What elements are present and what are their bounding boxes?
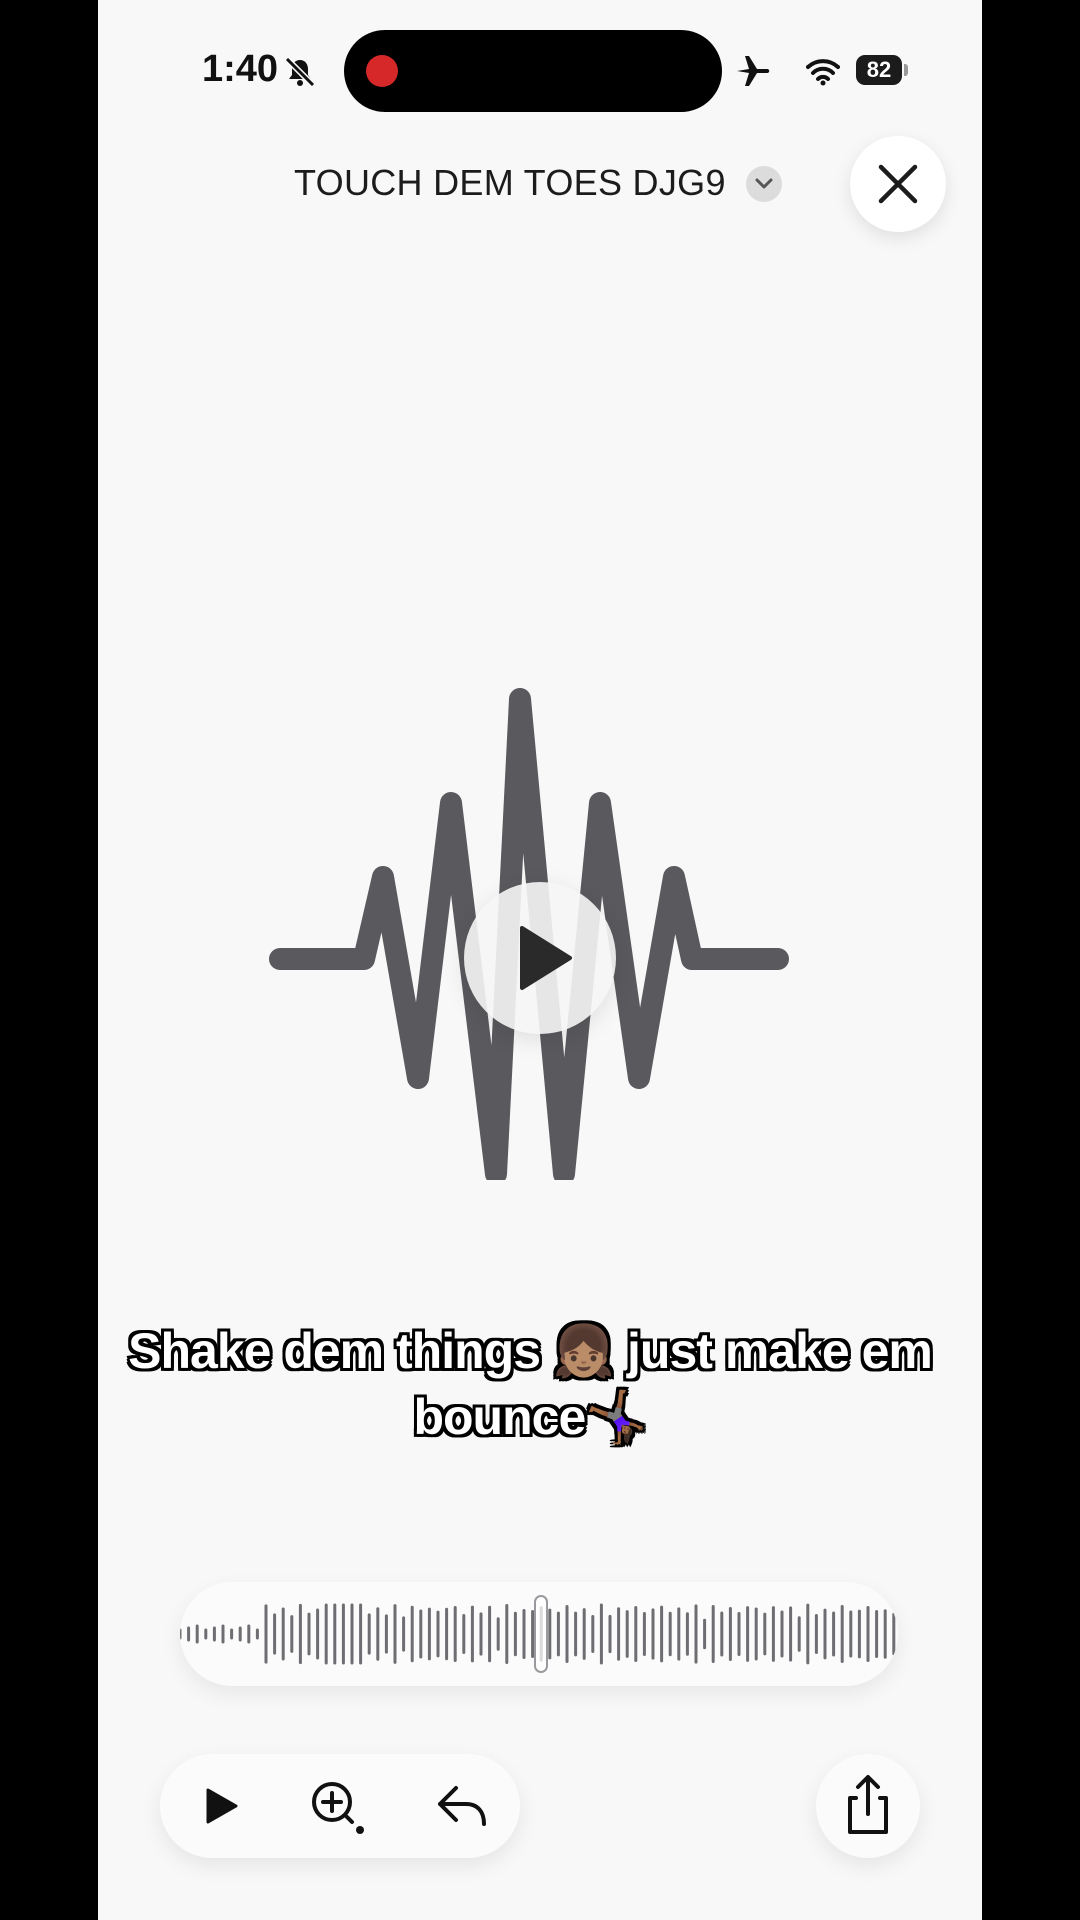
play-overlay-button[interactable]: [464, 882, 616, 1034]
waveform-scrubber[interactable]: [180, 1582, 898, 1686]
recording-title[interactable]: TOUCH DEM TOES DJG9: [294, 162, 726, 204]
caption-line-1: Shake dem things 👧🏽 just make em: [128, 1323, 933, 1379]
bell-slash-icon: [284, 56, 316, 88]
title-dropdown-button[interactable]: [746, 166, 782, 202]
caption-line-2: bounce🤸🏾‍♀️: [413, 1389, 647, 1445]
battery-indicator: 82: [856, 55, 902, 85]
share-button[interactable]: [816, 1754, 920, 1858]
play-button[interactable]: [190, 1776, 250, 1836]
recording-indicator: [366, 55, 398, 87]
share-icon: [848, 1775, 888, 1834]
battery-tip: [904, 64, 908, 76]
zoom-in-icon[interactable]: [306, 1776, 366, 1836]
scrubber-waveform: [180, 1595, 896, 1673]
close-button[interactable]: [850, 136, 946, 232]
caption-text: Shake dem things 👧🏽 just make em bounce🤸…: [98, 1318, 982, 1450]
phone-screen: 1:40 82 TOUCH DEM TOES DJG9 Shake dem th…: [98, 0, 982, 1920]
dynamic-island: [344, 30, 722, 112]
playback-controls: [160, 1754, 520, 1858]
play-icon: [520, 926, 572, 990]
reply-icon[interactable]: [432, 1776, 492, 1836]
airplane-icon: [737, 56, 770, 86]
wifi-icon: [806, 59, 840, 86]
status-time: 1:40: [202, 48, 279, 90]
scrubber-playhead[interactable]: [534, 1595, 548, 1673]
close-icon: [878, 164, 918, 204]
chevron-down-icon: [755, 178, 773, 189]
